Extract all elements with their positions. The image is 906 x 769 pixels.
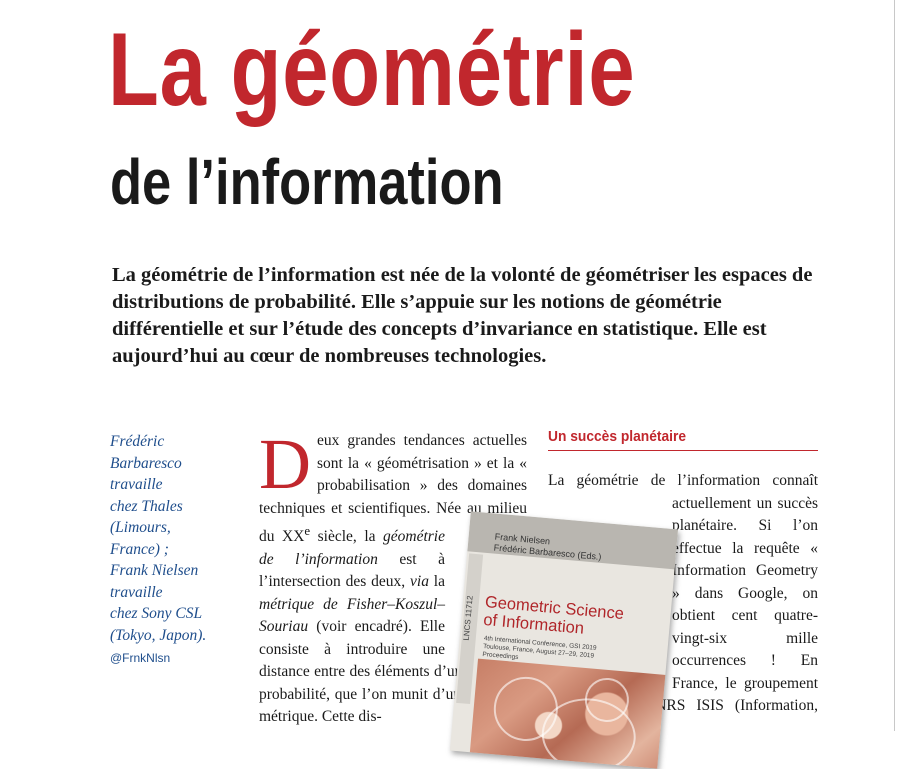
author-line: chez Thales	[110, 497, 183, 515]
author-line: chez Sony CSL	[110, 605, 203, 622]
section-heading: Un succès planétaire	[548, 428, 687, 445]
article-title: La géométrie	[108, 12, 636, 128]
drop-cap: D	[259, 424, 311, 504]
book-series-label: LNCS 11712	[461, 595, 475, 641]
article-subtitle: de l’information	[110, 146, 504, 218]
author-bio: Frédéric Barbaresco travaille chez Thale…	[110, 431, 230, 670]
body-text: siècle, la	[310, 528, 384, 546]
body-text: la	[428, 573, 445, 591]
article-lead: La géométrie de l’information est née de…	[112, 264, 813, 367]
body-text-em: via	[410, 573, 429, 591]
author-line: (Tokyo, Japon).	[110, 626, 207, 644]
author-line: Frank Nielsen	[110, 562, 199, 579]
author-line: Frédéric	[110, 433, 165, 450]
section-divider	[548, 450, 818, 451]
book-cover-artwork	[468, 658, 668, 769]
twitter-handle-link[interactable]: @FrnkNlsn	[110, 648, 230, 670]
book-cover-image: Frank Nielsen Frédéric Barbaresco (Eds.)…	[449, 511, 679, 769]
author-line: Barbaresco	[110, 454, 182, 472]
author-line: travaille	[110, 476, 163, 493]
author-line: France) ;	[110, 540, 169, 558]
author-line: travaille	[110, 583, 163, 601]
author-line: (Limours,	[110, 519, 171, 536]
